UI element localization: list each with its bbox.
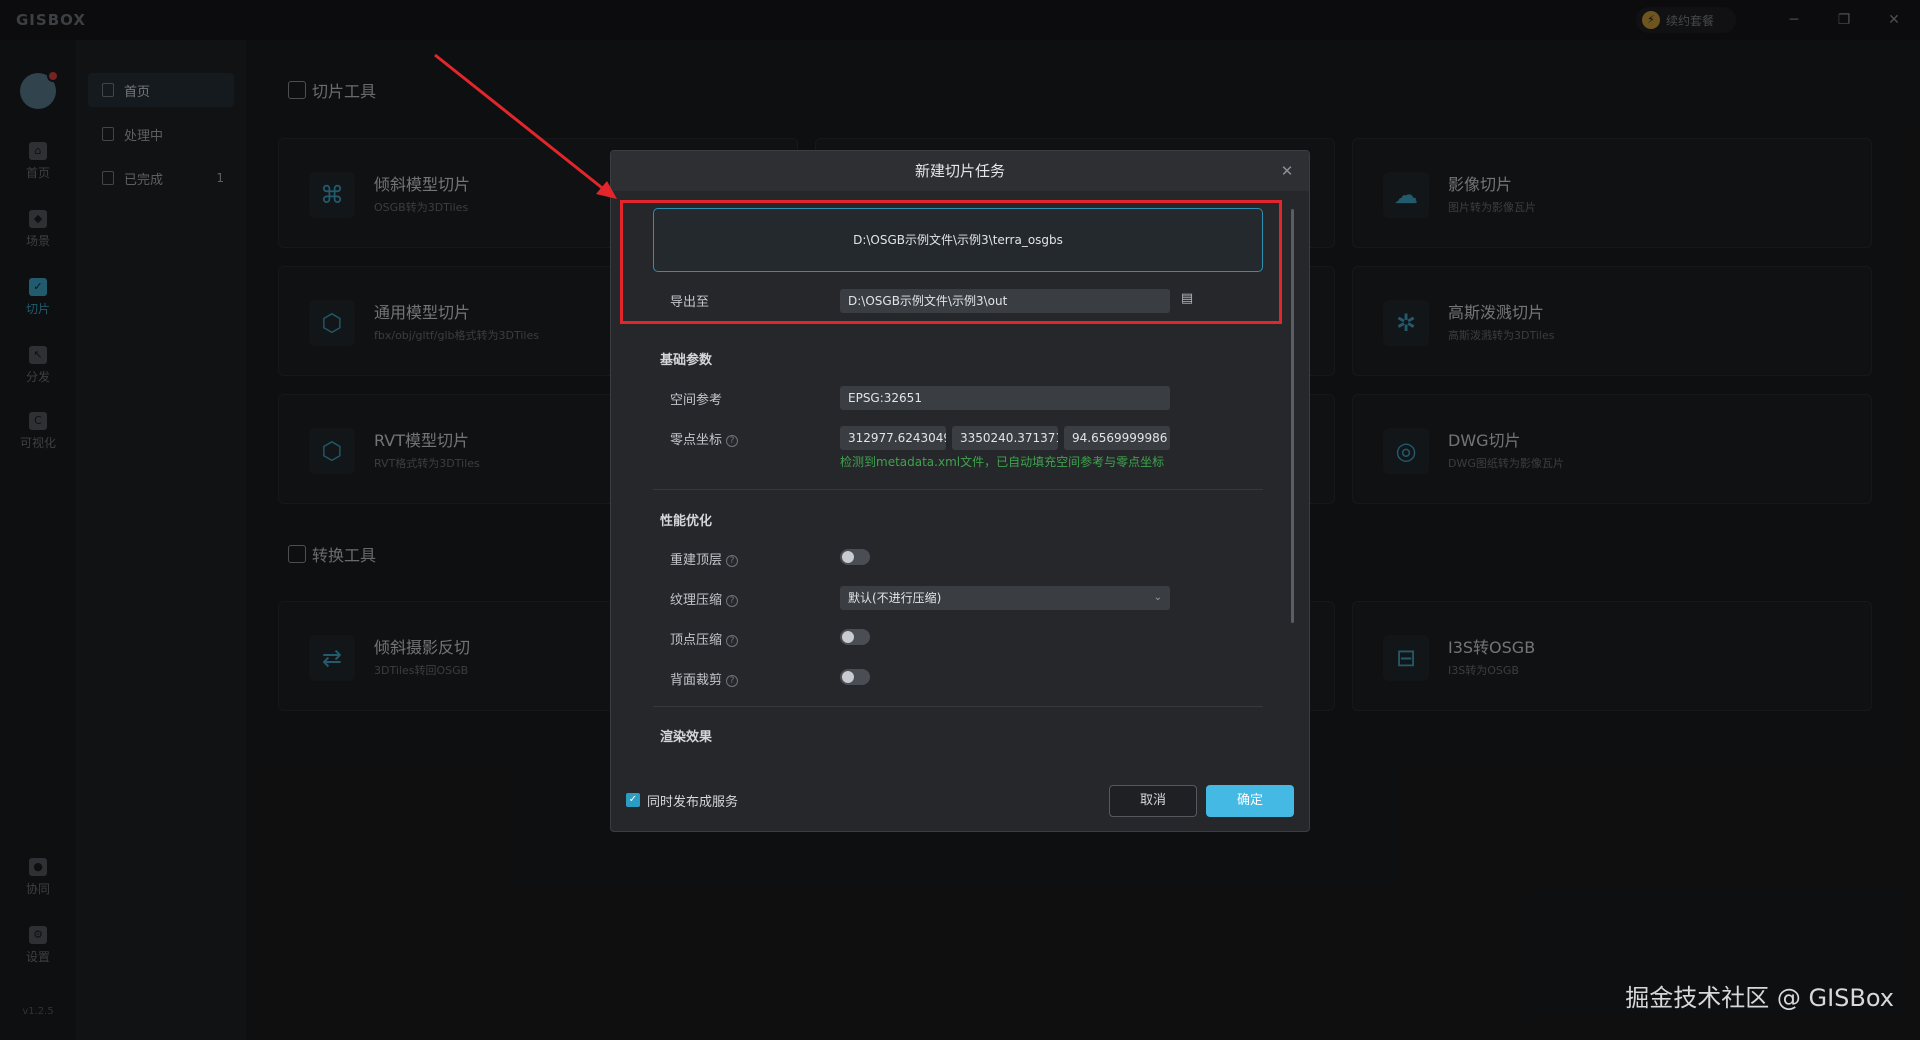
dialog-title: 新建切片任务 <box>914 162 1005 180</box>
help-icon[interactable]: ? <box>726 435 739 447</box>
chevron-down-icon: ⌄ <box>1153 592 1162 603</box>
new-slice-task-dialog: 新建切片任务 ✕ D:\OSGB示例文件\示例3\terra_osgbs 导出至… <box>610 150 1310 832</box>
vertex-compress-label: 顶点压缩 <box>670 633 723 648</box>
backface-cull-row: 背面裁剪? <box>670 669 739 688</box>
publish-label: 同时发布成服务 <box>647 795 739 810</box>
cancel-button[interactable]: 取消 <box>1109 785 1197 817</box>
folder-icon[interactable]: ▤ <box>1178 290 1196 308</box>
rebuild-top-label: 重建顶层 <box>670 553 723 568</box>
divider <box>653 489 1263 490</box>
backface-cull-label: 背面裁剪 <box>670 673 723 688</box>
confirm-button[interactable]: 确定 <box>1206 785 1294 817</box>
help-icon[interactable]: ? <box>726 555 739 567</box>
origin-y-input[interactable]: 3350240.371371 <box>952 426 1058 450</box>
vertex-compress-toggle[interactable] <box>840 629 870 645</box>
close-icon[interactable]: ✕ <box>1275 159 1299 183</box>
origin-label-row: 零点坐标? <box>670 429 739 448</box>
dialog-scrollbar[interactable] <box>1291 209 1294 623</box>
export-path-input[interactable]: D:\OSGB示例文件\示例3\out <box>840 289 1170 313</box>
perf-heading: 性能优化 <box>660 514 713 529</box>
srs-input[interactable]: EPSG:32651 <box>840 386 1170 410</box>
texture-compress-select[interactable]: 默认(不进行压缩) ⌄ <box>840 586 1170 610</box>
help-icon[interactable]: ? <box>726 675 739 687</box>
rebuild-top-toggle[interactable] <box>840 549 870 565</box>
render-heading: 渲染效果 <box>660 730 713 745</box>
origin-label: 零点坐标 <box>670 433 723 448</box>
texture-compress-value: 默认(不进行压缩) <box>848 591 942 605</box>
backface-cull-toggle[interactable] <box>840 669 870 685</box>
srs-label: 空间参考 <box>670 393 723 408</box>
auto-fill-note: 检测到metadata.xml文件，已自动填充空间参考与零点坐标 <box>840 455 1165 469</box>
rebuild-top-row: 重建顶层? <box>670 549 739 568</box>
basic-params-heading: 基础参数 <box>660 353 713 368</box>
source-path-dropzone[interactable]: D:\OSGB示例文件\示例3\terra_osgbs <box>653 208 1263 272</box>
vertex-compress-row: 顶点压缩? <box>670 629 739 648</box>
publish-checkbox[interactable]: ✓ <box>626 793 640 807</box>
origin-x-input[interactable]: 312977.6243049 <box>840 426 946 450</box>
texture-compress-label: 纹理压缩 <box>670 593 723 608</box>
help-icon[interactable]: ? <box>726 595 739 607</box>
watermark: 掘金技术社区 @ GISBox <box>1625 984 1894 1012</box>
help-icon[interactable]: ? <box>726 635 739 647</box>
origin-z-input[interactable]: 94.6569999986 <box>1064 426 1170 450</box>
texture-compress-row: 纹理压缩? <box>670 589 739 608</box>
export-label: 导出至 <box>670 295 710 310</box>
divider <box>653 706 1263 707</box>
